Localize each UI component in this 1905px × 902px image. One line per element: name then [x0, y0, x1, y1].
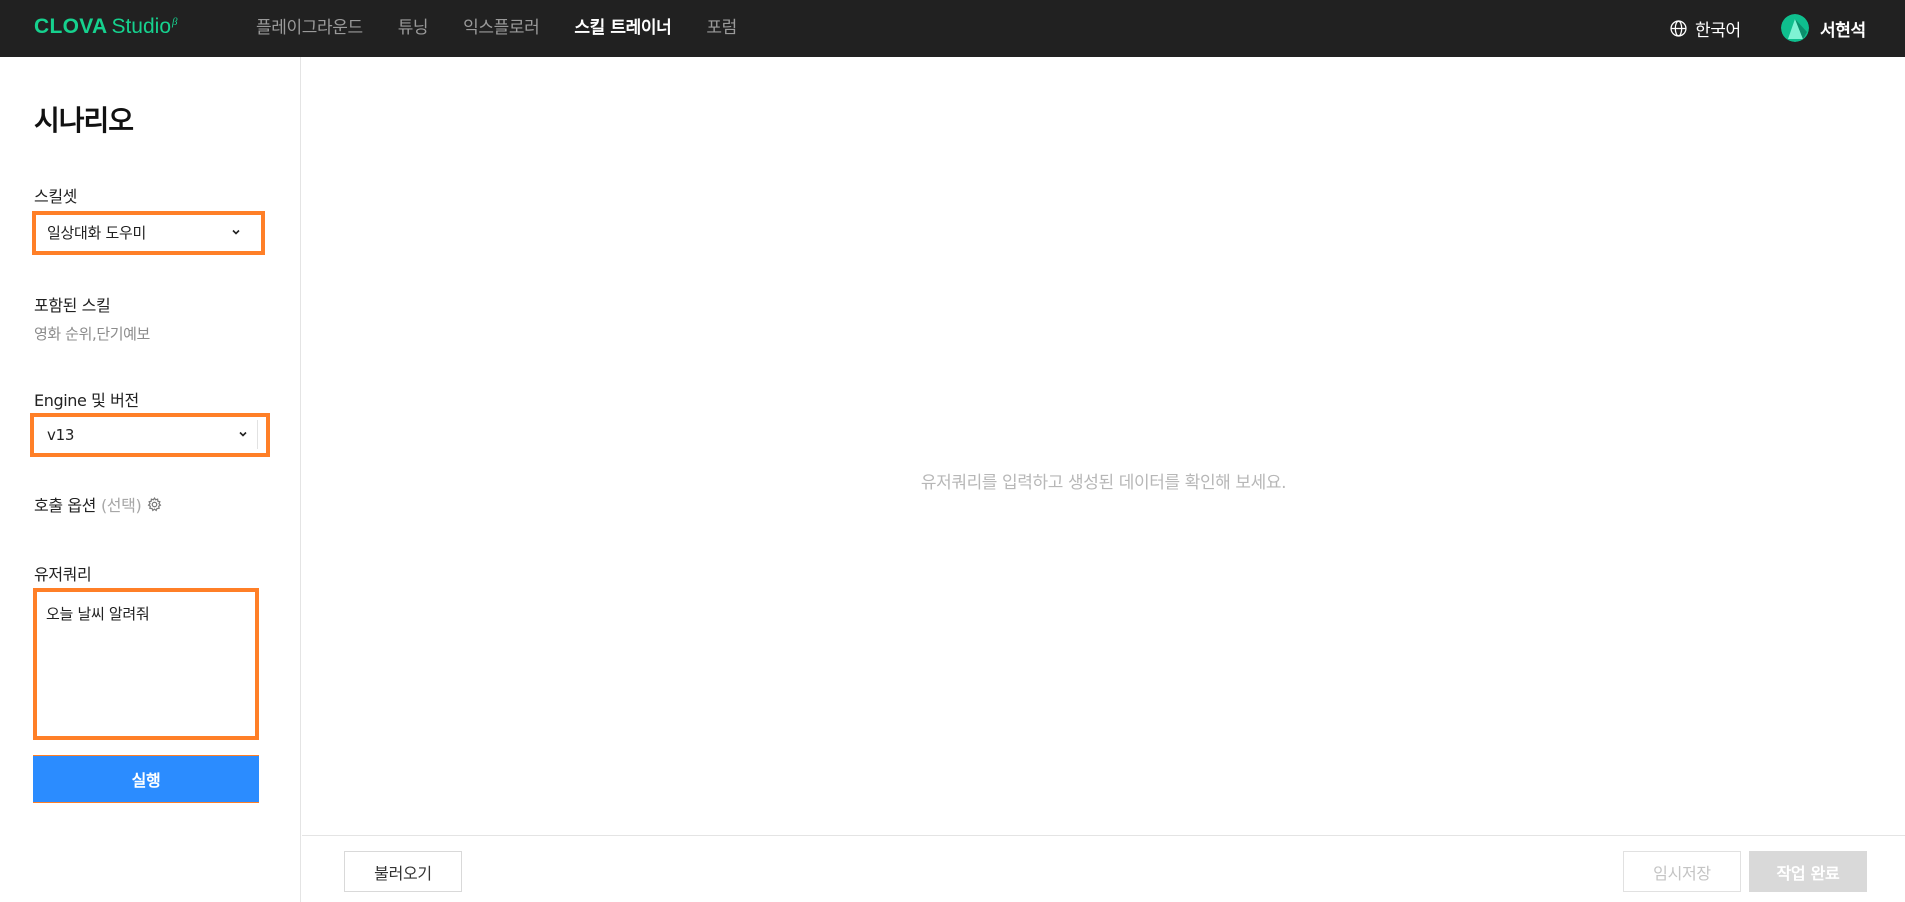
- scenario-sidebar: 시나리오 스킬셋 일상대화 도우미 포함된 스킬 영화 순위,단기예보 Engi…: [0, 57, 301, 902]
- page-title: 시나리오: [34, 104, 134, 137]
- call-options-label: 호출 옵션: [34, 496, 96, 515]
- engine-dropdown[interactable]: v13: [32, 414, 268, 455]
- top-navigation-bar: CLOVA Studio β 플레이그라운드 튜닝 익스플로러 스킬 트레이너 …: [0, 0, 1905, 57]
- user-query-value: 오늘 날씨 알려줘: [46, 605, 150, 623]
- included-skills-value: 영화 순위,단기예보: [34, 325, 150, 343]
- clova-studio-logo[interactable]: CLOVA Studio β: [34, 15, 177, 39]
- nav-playground[interactable]: 플레이그라운드: [256, 0, 363, 57]
- engine-value: v13: [47, 425, 75, 444]
- included-skills-label: 포함된 스킬: [34, 296, 111, 315]
- language-label: 한국어: [1695, 20, 1741, 41]
- logo-clova-text: CLOVA: [34, 15, 108, 38]
- engine-label: Engine 및 버전: [34, 391, 139, 410]
- user-query-label: 유저쿼리: [34, 565, 92, 584]
- skillset-label: 스킬셋: [34, 187, 77, 206]
- chevron-down-icon: [232, 229, 240, 235]
- nav-tuning[interactable]: 튜닝: [398, 0, 429, 57]
- complete-button[interactable]: 작업 완료: [1749, 851, 1867, 892]
- skillset-value: 일상대화 도우미: [47, 224, 146, 242]
- user-menu[interactable]: 서현석: [1781, 14, 1866, 42]
- main-nav: 플레이그라운드 튜닝 익스플로러 스킬 트레이너 포럼: [256, 0, 772, 57]
- logo-beta-badge: β: [172, 16, 178, 28]
- language-selector[interactable]: 한국어: [1670, 16, 1741, 41]
- avatar: [1781, 14, 1809, 42]
- nav-forum[interactable]: 포럼: [706, 0, 737, 57]
- load-button[interactable]: 불러오기: [344, 851, 462, 892]
- logo-studio-text: Studio: [111, 15, 171, 38]
- call-options-hint: (선택): [100, 496, 142, 515]
- skillset-dropdown[interactable]: 일상대화 도우미: [32, 212, 261, 253]
- nav-skill-trainer[interactable]: 스킬 트레이너: [574, 0, 671, 57]
- user-name: 서현석: [1820, 20, 1866, 41]
- temp-save-button[interactable]: 임시저장: [1623, 851, 1741, 892]
- call-options-row: 호출 옵션 (선택): [34, 494, 162, 515]
- chevron-down-icon: [239, 431, 247, 437]
- action-footer: 불러오기 임시저장 작업 완료: [302, 835, 1905, 902]
- gear-icon[interactable]: [147, 496, 162, 512]
- user-query-input[interactable]: 오늘 날씨 알려줘: [33, 589, 259, 741]
- nav-explorer[interactable]: 익스플로러: [463, 0, 540, 57]
- run-button[interactable]: 실행: [33, 756, 259, 802]
- dropdown-divider: [257, 420, 258, 449]
- globe-icon: [1670, 19, 1687, 37]
- empty-state-message: 유저쿼리를 입력하고 생성된 데이터를 확인해 보세요.: [920, 473, 1287, 493]
